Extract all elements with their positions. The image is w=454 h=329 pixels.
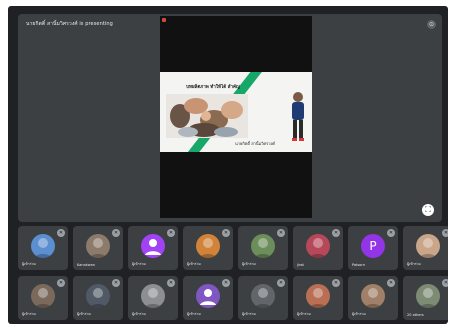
participant-name: Kanokwan — [77, 263, 95, 267]
mic-off-icon: ✕ — [277, 279, 285, 287]
mic-off-icon: ✕ — [222, 279, 230, 287]
participant-name: ผู้เข้าร่วม — [77, 312, 91, 316]
meet-window: นายกิตติ์ สานิ้มวิศรวงศ์ is presenting ⊙… — [8, 6, 448, 324]
avatar — [86, 234, 110, 258]
mic-off-icon: ✕ — [222, 229, 230, 237]
mic-off-icon: ✕ — [167, 279, 175, 287]
presentation-stage: นายกิตติ์ สานิ้มวิศรวงศ์ is presenting ⊙… — [18, 14, 442, 222]
avatar — [361, 284, 385, 308]
mic-off-icon: ✕ — [167, 229, 175, 237]
participant-tile[interactable]: ✕ ผู้เข้าร่วม — [403, 226, 448, 270]
participant-tile[interactable]: ✕ 20 others — [403, 276, 448, 320]
avatar — [306, 234, 330, 258]
participant-tile[interactable]: ✕ ผู้เข้าร่วม — [293, 276, 343, 320]
participant-grid: ✕ ผู้เข้าร่วม ✕ Kanokwan ✕ ผู้เข้าร่วม ✕ ผู้เข้… — [18, 226, 448, 320]
participant-tile[interactable]: ✕ ผู้เข้าร่วม — [128, 226, 178, 270]
participant-name: Patsorn — [352, 263, 366, 267]
avatar — [251, 234, 275, 258]
participant-name: ผู้เข้าร่วม — [297, 312, 311, 316]
participant-name: ผู้เข้าร่วม — [22, 262, 36, 266]
participant-tile[interactable]: ✕ jirat — [293, 226, 343, 270]
mic-off-icon: ✕ — [112, 279, 120, 287]
participant-name: ผู้เข้าร่วม — [407, 262, 421, 266]
participant-name: ผู้เข้าร่วม — [352, 312, 366, 316]
participant-tile[interactable]: ✕ ผู้เข้าร่วม — [238, 226, 288, 270]
participant-name: jirat — [297, 263, 304, 267]
default-avatar-icon — [196, 284, 220, 308]
participant-tile[interactable]: ✕ ผู้เข้าร่วม — [128, 276, 178, 320]
avatar — [141, 284, 165, 308]
participant-tile[interactable]: ✕ ผู้เข้าร่วม — [348, 276, 398, 320]
participant-tile[interactable]: P ✕ Patsorn — [348, 226, 398, 270]
participant-name: 20 others — [407, 313, 424, 317]
mic-off-icon: ✕ — [112, 229, 120, 237]
participant-name: ผู้เข้าร่วม — [187, 262, 201, 266]
mic-off-icon: ✕ — [387, 279, 395, 287]
default-avatar-icon — [141, 234, 165, 258]
mic-off-icon: ✕ — [277, 229, 285, 237]
avatar — [31, 234, 55, 258]
avatar: P — [361, 234, 385, 258]
participant-tile[interactable]: ✕ ผู้เข้าร่วม — [73, 276, 123, 320]
shared-screen: บทผลิตภาพ ทำให้ได้ สำคัญ นายกิตติ์ สานิ้… — [160, 16, 312, 218]
participant-tile[interactable]: ✕ ผู้เข้าร่วม — [18, 226, 68, 270]
participant-tile[interactable]: ✕ ผู้เข้าร่วม — [183, 226, 233, 270]
presenter-label: นายกิตติ์ สานิ้มวิศรวงศ์ is presenting — [26, 21, 113, 27]
participant-name: ผู้เข้าร่วม — [187, 312, 201, 316]
avatar — [31, 284, 55, 308]
slide-title: บทผลิตภาพ ทำให้ได้ สำคัญ — [186, 85, 240, 90]
mic-off-icon: ✕ — [332, 279, 340, 287]
mic-off-icon: ✕ — [442, 279, 448, 287]
participant-name: ผู้เข้าร่วม — [242, 312, 256, 316]
participant-tile[interactable]: ✕ ผู้เข้าร่วม — [18, 276, 68, 320]
mic-off-icon: ✕ — [332, 229, 340, 237]
mic-off-icon: ✕ — [57, 279, 65, 287]
pin-icon[interactable]: ⊙ — [427, 20, 436, 29]
mic-off-icon: ✕ — [387, 229, 395, 237]
teamwork-hands-image — [166, 94, 248, 138]
record-indicator-icon — [162, 18, 166, 22]
participant-tile[interactable]: ✕ ผู้เข้าร่วม — [238, 276, 288, 320]
avatar — [306, 284, 330, 308]
participant-name: ผู้เข้าร่วม — [132, 312, 146, 316]
mic-off-icon: ✕ — [442, 229, 448, 237]
avatar — [416, 284, 440, 308]
fullscreen-icon[interactable]: ⛶ — [422, 204, 434, 216]
participant-name: ผู้เข้าร่วม — [22, 312, 36, 316]
presenter-photo — [292, 92, 304, 141]
avatar — [196, 234, 220, 258]
participant-name: ผู้เข้าร่วม — [242, 262, 256, 266]
avatar — [251, 284, 275, 308]
avatar — [86, 284, 110, 308]
avatar — [416, 234, 440, 258]
participant-tile[interactable]: ✕ Kanokwan — [73, 226, 123, 270]
slide-author: นายกิตติ์ สานิ้มวิศรวงศ์ — [235, 141, 275, 146]
participant-tile[interactable]: ✕ ผู้เข้าร่วม — [183, 276, 233, 320]
presentation-slide: บทผลิตภาพ ทำให้ได้ สำคัญ นายกิตติ์ สานิ้… — [160, 72, 312, 152]
participant-name: ผู้เข้าร่วม — [132, 262, 146, 266]
mic-off-icon: ✕ — [57, 229, 65, 237]
